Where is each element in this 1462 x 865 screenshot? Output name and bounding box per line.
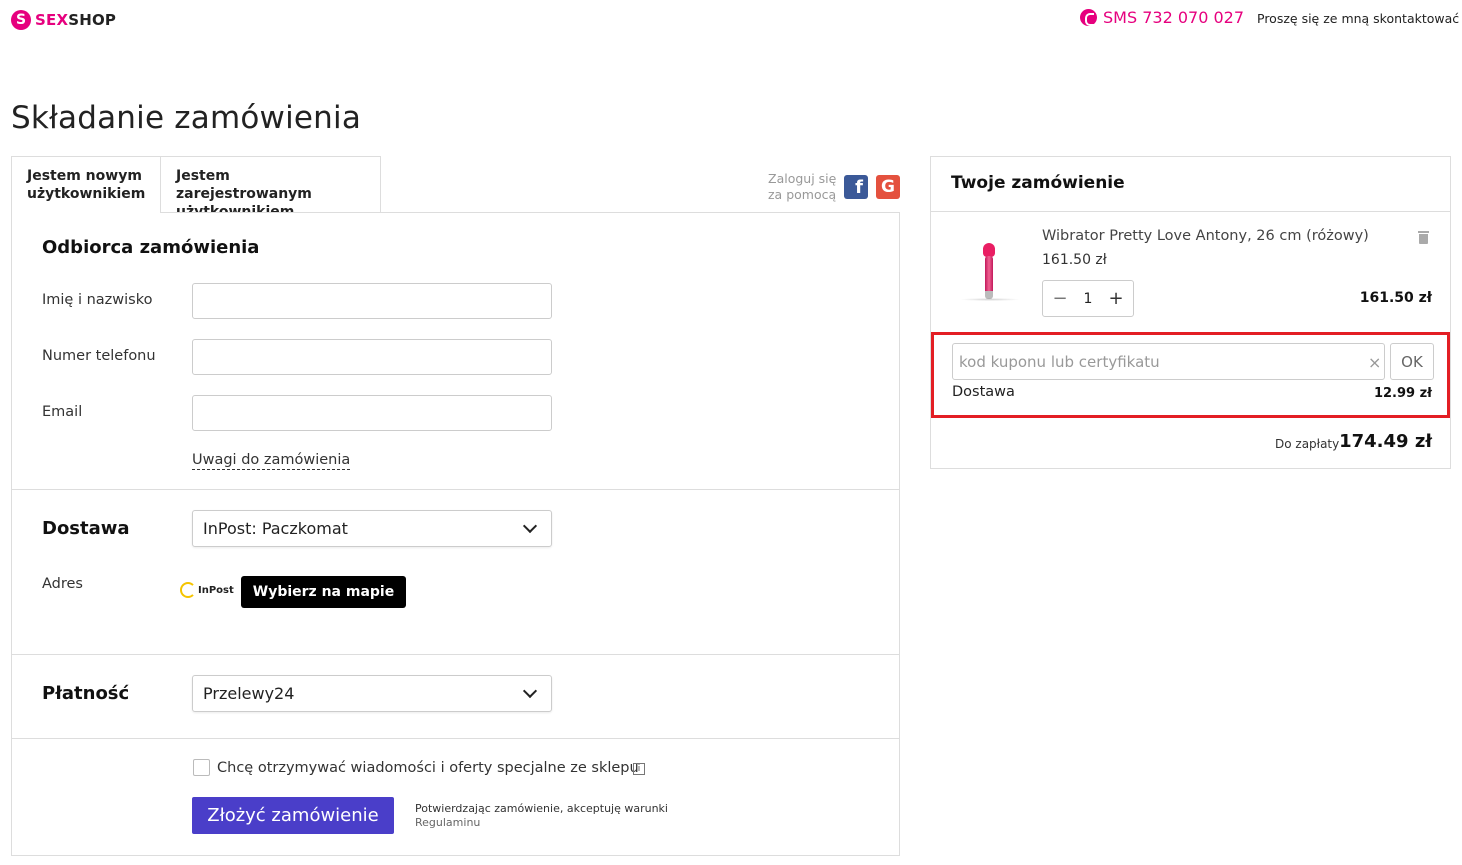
coupon-input[interactable] (952, 343, 1385, 380)
inpost-sun-icon (180, 582, 196, 598)
phone-icon (1080, 9, 1097, 26)
quantity-decrease-button[interactable]: − (1051, 288, 1069, 309)
wand-image (955, 233, 1025, 303)
total-value: 174.49 zł (1339, 431, 1432, 452)
social-login-text: Zaloguj się za pomocą (768, 171, 836, 203)
coupon-ok-button[interactable]: OK (1390, 343, 1434, 380)
name-label: Imię i nazwisko (42, 292, 153, 308)
quantity-stepper: − 1 + (1042, 280, 1134, 317)
choose-on-map-button[interactable]: Wybierz na mapie (241, 576, 406, 608)
name-input[interactable] (192, 283, 552, 319)
info-icon[interactable]: i (633, 763, 645, 775)
email-label: Email (42, 404, 83, 420)
logo[interactable]: S SEXSHOP (11, 10, 116, 30)
social-login-text-line1: Zaloguj się (768, 171, 837, 186)
terms-link[interactable]: Regulaminu (415, 816, 668, 830)
delivery-select[interactable]: InPost: Paczkomat (192, 510, 552, 547)
google-icon[interactable]: G (876, 175, 900, 199)
delivery-selected-value: InPost: Paczkomat (203, 519, 348, 538)
inpost-logo: InPost (180, 582, 234, 598)
order-summary-title: Twoje zamówienie (951, 173, 1125, 193)
order-notes-link[interactable]: Uwagi do zamówienia (192, 452, 351, 470)
page-title: Składanie zamówienia (11, 100, 362, 136)
section-divider (931, 211, 1450, 212)
terms-text-line1: Potwierdzając zamówienie, akceptuję waru… (415, 802, 668, 815)
contact-me-link[interactable]: Proszę się ze mną skontaktować (1257, 11, 1459, 26)
section-divider (12, 489, 899, 490)
payment-select[interactable]: Przelewy24 (192, 675, 552, 712)
wand-body (985, 256, 993, 294)
facebook-icon[interactable]: f (844, 175, 868, 199)
logo-text-sex: SEX (35, 11, 69, 29)
quantity-value[interactable]: 1 (1084, 291, 1093, 307)
logo-text-shop: SHOP (68, 11, 117, 29)
tab-new-user[interactable]: Jestem nowym użytkownikiem (11, 156, 161, 213)
quantity-increase-button[interactable]: + (1107, 288, 1125, 309)
chevron-down-icon (522, 518, 538, 534)
wand-shadow (960, 298, 1020, 301)
terms-text: Potwierdzając zamówienie, akceptuję waru… (415, 802, 668, 830)
phone-label: Numer telefonu (42, 348, 156, 364)
newsletter-checkbox[interactable] (193, 759, 210, 776)
phone-input[interactable] (192, 339, 552, 375)
logo-mark-icon: S (11, 10, 31, 30)
product-name[interactable]: Wibrator Pretty Love Antony, 26 cm (różo… (1042, 228, 1369, 244)
order-summary-panel: Twoje zamówienie Wibrator Pretty Love An… (930, 156, 1451, 469)
tab-registered-user[interactable]: Jestem zarejestrowanym użytkownikiem (160, 156, 381, 220)
delivery-section-title: Dostawa (42, 518, 130, 539)
payment-selected-value: Przelewy24 (203, 684, 295, 703)
newsletter-label: Chcę otrzymywać wiadomości i oferty spec… (217, 760, 639, 776)
section-divider (12, 654, 899, 655)
wand-head (983, 243, 995, 257)
sms-number: SMS 732 070 027 (1103, 8, 1244, 27)
inpost-logo-text: InPost (198, 584, 234, 596)
place-order-button[interactable]: Złożyć zamówienie (192, 797, 394, 834)
recipient-section-title: Odbiorca zamówienia (42, 237, 260, 258)
total-label: Do zapłaty (1275, 437, 1340, 451)
sms-contact[interactable]: SMS 732 070 027 (1080, 8, 1244, 27)
tab-new-user-line1: Jestem nowym (27, 168, 142, 184)
email-input[interactable] (192, 395, 552, 431)
chevron-down-icon (522, 683, 538, 699)
checkout-form-panel: Odbiorca zamówienia Imię i nazwisko Nume… (11, 212, 900, 856)
coupon-highlight-box: × OK Dostawa 12.99 zł (931, 332, 1450, 418)
line-total: 161.50 zł (1359, 290, 1432, 306)
trash-icon[interactable] (1418, 231, 1429, 244)
address-label: Adres (42, 576, 83, 592)
product-image[interactable] (955, 233, 1025, 303)
payment-section-title: Płatność (42, 683, 130, 704)
clear-icon[interactable]: × (1368, 353, 1381, 372)
logo-text: SEXSHOP (35, 11, 116, 29)
section-divider (12, 738, 899, 739)
social-login-text-line2: za pomocą (768, 187, 837, 202)
tab-registered-user-line1: Jestem zarejestrowanym (176, 168, 312, 202)
product-unit-price: 161.50 zł (1042, 252, 1107, 268)
delivery-cost-value: 12.99 zł (1373, 386, 1432, 401)
delivery-cost-label: Dostawa (952, 384, 1015, 400)
tab-new-user-line2: użytkownikiem (27, 186, 146, 202)
